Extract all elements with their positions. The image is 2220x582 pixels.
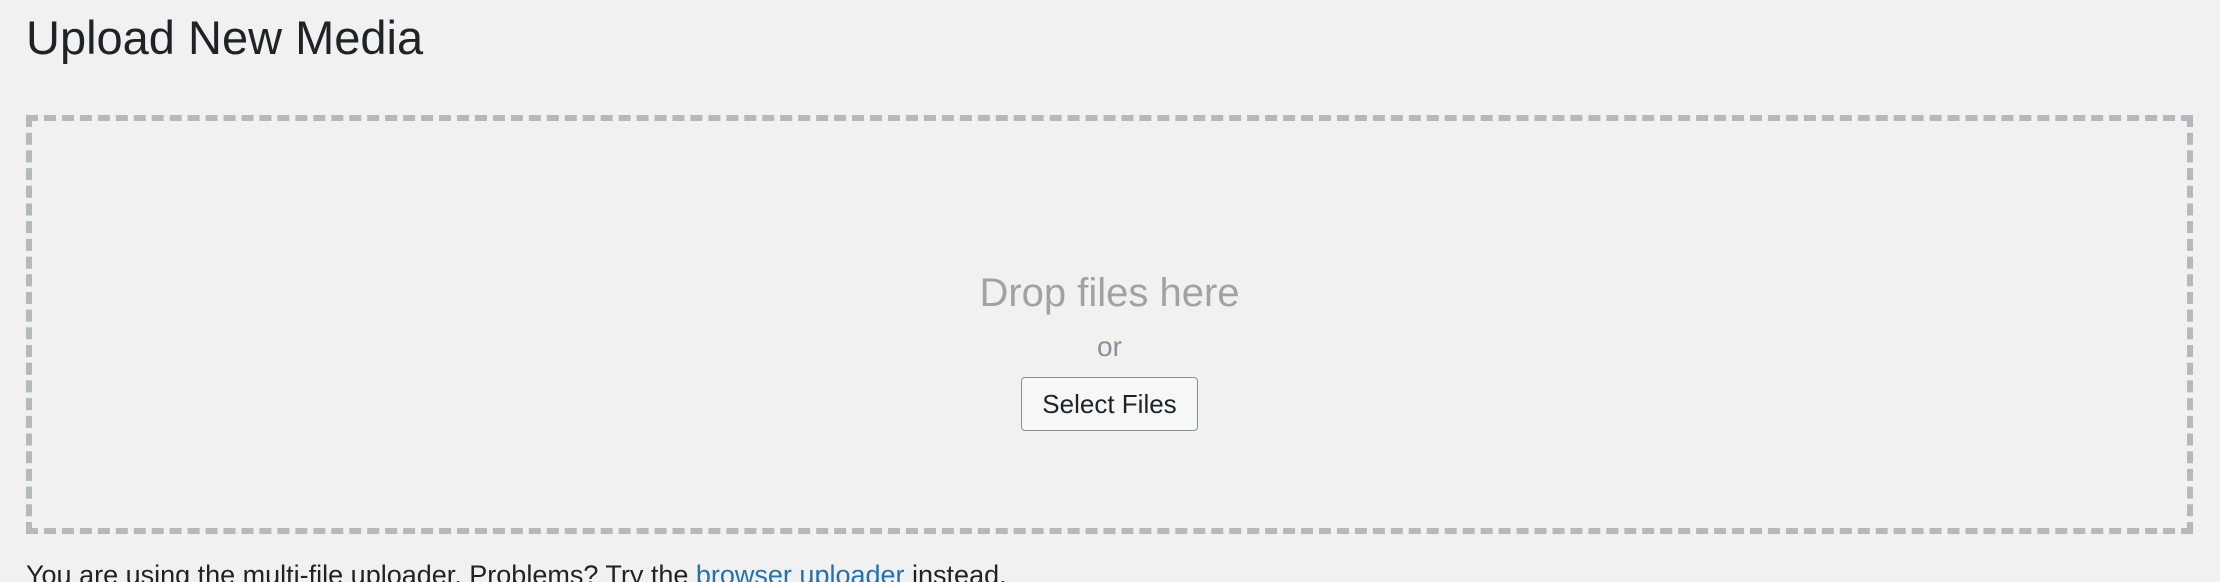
- drop-zone-content: Drop files here or Select Files: [32, 267, 2187, 431]
- uploader-status-line: You are using the multi-file uploader. P…: [26, 557, 1007, 582]
- browser-uploader-link[interactable]: browser uploader: [696, 560, 905, 582]
- upload-media-page: Upload New Media Drop files here or Sele…: [0, 0, 2220, 582]
- drop-files-text: Drop files here: [979, 271, 1240, 315]
- status-prefix: You are using the multi-file uploader. P…: [26, 560, 689, 582]
- status-suffix: instead.: [912, 560, 1007, 582]
- file-drop-zone[interactable]: Drop files here or Select Files: [26, 115, 2193, 534]
- page-title: Upload New Media: [26, 11, 424, 64]
- or-text: or: [1097, 331, 1122, 362]
- select-files-button[interactable]: Select Files: [1021, 377, 1198, 431]
